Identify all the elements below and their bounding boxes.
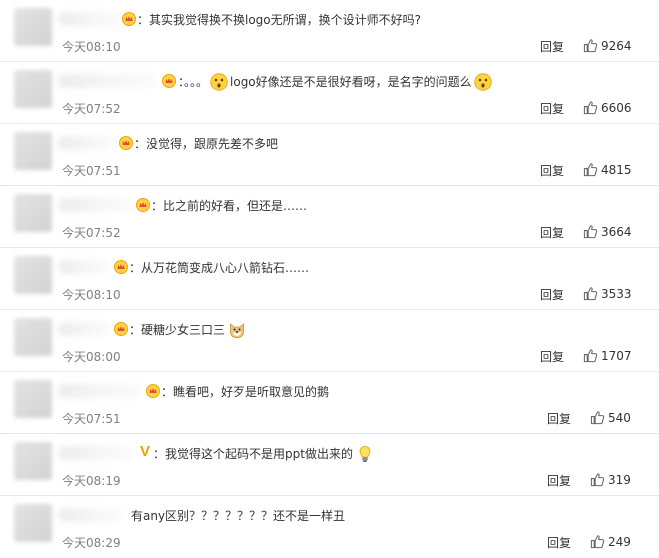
thumbs-up-icon	[583, 101, 598, 115]
like-button[interactable]: 319	[590, 472, 631, 487]
like-button[interactable]: 249	[590, 534, 631, 549]
reply-button[interactable]: 回复	[540, 224, 564, 241]
comment-item: ：比之前的好看，但还是…… 今天07:52 回复 3664	[0, 186, 659, 248]
like-count: 9264	[601, 38, 632, 53]
timestamp: 今天08:29	[62, 536, 121, 550]
comment-text-part: ：。。。	[178, 75, 209, 89]
avatar[interactable]	[14, 442, 52, 480]
timestamp: 今天07:51	[62, 164, 121, 178]
comment-item: V ：我觉得这个起码不是用ppt做出来的 今天08:19 回复 319	[0, 434, 659, 496]
thumbs-up-icon	[590, 411, 605, 425]
avatar[interactable]	[14, 318, 52, 356]
like-button[interactable]: 3664	[583, 224, 632, 239]
like-count: 4815	[601, 162, 632, 177]
avatar[interactable]	[14, 70, 52, 108]
surprised-face-icon	[210, 73, 228, 91]
comment-item: ：硬糖少女三口三 今天08:00 回复 1707	[0, 310, 659, 372]
crown-icon	[162, 74, 176, 88]
thumbs-up-icon	[583, 163, 598, 177]
like-count: 3533	[601, 286, 632, 301]
comment-item: ：从万花筒变成八心八箭钻石…… 今天08:10 回复 3533	[0, 248, 659, 310]
like-button[interactable]: 4815	[583, 162, 632, 177]
comment-text: ：没觉得，跟原先差不多吧	[134, 137, 279, 151]
crown-icon	[136, 198, 150, 212]
comment-text: ：瞧看吧，好歹是听取意见的鹅	[161, 385, 330, 399]
comment-text: 有any区别？？？？？？？还不是一样丑	[131, 509, 346, 523]
timestamp: 今天08:10	[62, 40, 121, 54]
thumbs-up-icon	[583, 225, 598, 239]
thumbs-up-icon	[583, 349, 598, 363]
comment-item: 有any区别？？？？？？？还不是一样丑 今天08:29 回复 249	[0, 496, 659, 558]
crown-icon	[114, 260, 128, 274]
thumbs-up-icon	[590, 473, 605, 487]
thumbs-up-icon	[590, 535, 605, 549]
timestamp: 今天08:19	[62, 474, 121, 488]
like-count: 540	[608, 410, 631, 425]
comment-text: ：硬糖少女三口三	[129, 321, 246, 339]
reply-button[interactable]: 回复	[540, 100, 564, 117]
like-count: 249	[608, 534, 631, 549]
crown-icon	[146, 384, 160, 398]
crown-icon	[114, 322, 128, 336]
like-count: 1707	[601, 348, 632, 363]
comment-item: ：其实我觉得换不换logo无所谓，换个设计师不好吗? 今天08:10 回复 92…	[0, 0, 659, 62]
reply-button[interactable]: 回复	[540, 348, 564, 365]
comment-item: ：没觉得，跟原先差不多吧 今天07:51 回复 4815	[0, 124, 659, 186]
comment-item: ：。。。 logo好像还是不是很好看呀，是名字的问题么 今天07:52 回复 6…	[0, 62, 659, 124]
avatar[interactable]	[14, 504, 52, 542]
avatar[interactable]	[14, 194, 52, 232]
surprised-face-icon	[473, 73, 492, 91]
thumbs-up-icon	[583, 39, 598, 53]
reply-button[interactable]: 回复	[540, 38, 564, 55]
like-button[interactable]: 3533	[583, 286, 632, 301]
like-count: 3664	[601, 224, 632, 239]
avatar[interactable]	[14, 132, 52, 170]
comment-text-part: ：我觉得这个起码不是用ppt做出来的	[153, 447, 353, 461]
username-blurred[interactable]	[58, 198, 134, 212]
timestamp: 今天07:52	[62, 102, 121, 116]
reply-button[interactable]: 回复	[547, 472, 571, 489]
comment-text: ：其实我觉得换不换logo无所谓，换个设计师不好吗?	[137, 13, 422, 27]
crown-icon	[119, 136, 133, 150]
username-blurred[interactable]	[58, 446, 134, 460]
like-button[interactable]: 540	[590, 410, 631, 425]
comment-text-part: logo好像还是不是很好看呀，是名字的问题么	[230, 75, 472, 89]
username-blurred[interactable]	[58, 136, 113, 150]
thumbs-up-icon	[583, 287, 598, 301]
timestamp: 今天08:10	[62, 288, 121, 302]
username-blurred[interactable]	[58, 260, 110, 274]
comment-text-part: ：硬糖少女三口三	[129, 323, 226, 337]
like-count: 6606	[601, 100, 632, 115]
comment-list: ：其实我觉得换不换logo无所谓，换个设计师不好吗? 今天08:10 回复 92…	[0, 0, 659, 557]
like-count: 319	[608, 472, 631, 487]
crown-icon	[122, 12, 136, 26]
avatar[interactable]	[14, 8, 52, 46]
like-button[interactable]: 1707	[583, 348, 632, 363]
reply-button[interactable]: 回复	[540, 162, 564, 179]
comment-text: ：。。。 logo好像还是不是很好看呀，是名字的问题么	[178, 73, 492, 91]
reply-button[interactable]: 回复	[547, 534, 571, 551]
doge-face-icon	[230, 323, 244, 338]
timestamp: 今天07:52	[62, 226, 121, 240]
username-blurred[interactable]	[58, 508, 122, 522]
like-button[interactable]: 9264	[583, 38, 632, 53]
timestamp: 今天08:00	[62, 350, 121, 364]
comment-text: ：我觉得这个起码不是用ppt做出来的	[153, 445, 374, 463]
lightbulb-icon	[359, 446, 371, 462]
username-blurred[interactable]	[58, 322, 110, 336]
timestamp: 今天07:51	[62, 412, 121, 426]
avatar[interactable]	[14, 256, 52, 294]
username-blurred[interactable]	[58, 74, 158, 88]
like-button[interactable]: 6606	[583, 100, 632, 115]
avatar[interactable]	[14, 380, 52, 418]
username-blurred[interactable]	[58, 12, 120, 26]
reply-button[interactable]: 回复	[540, 286, 564, 303]
reply-button[interactable]: 回复	[547, 410, 571, 427]
vip-icon: V	[140, 443, 151, 460]
comment-text: ：比之前的好看，但还是……	[151, 199, 308, 213]
username-blurred[interactable]	[58, 384, 142, 398]
comment-item: ：瞧看吧，好歹是听取意见的鹅 今天07:51 回复 540	[0, 372, 659, 434]
comment-text: ：从万花筒变成八心八箭钻石……	[129, 261, 310, 275]
